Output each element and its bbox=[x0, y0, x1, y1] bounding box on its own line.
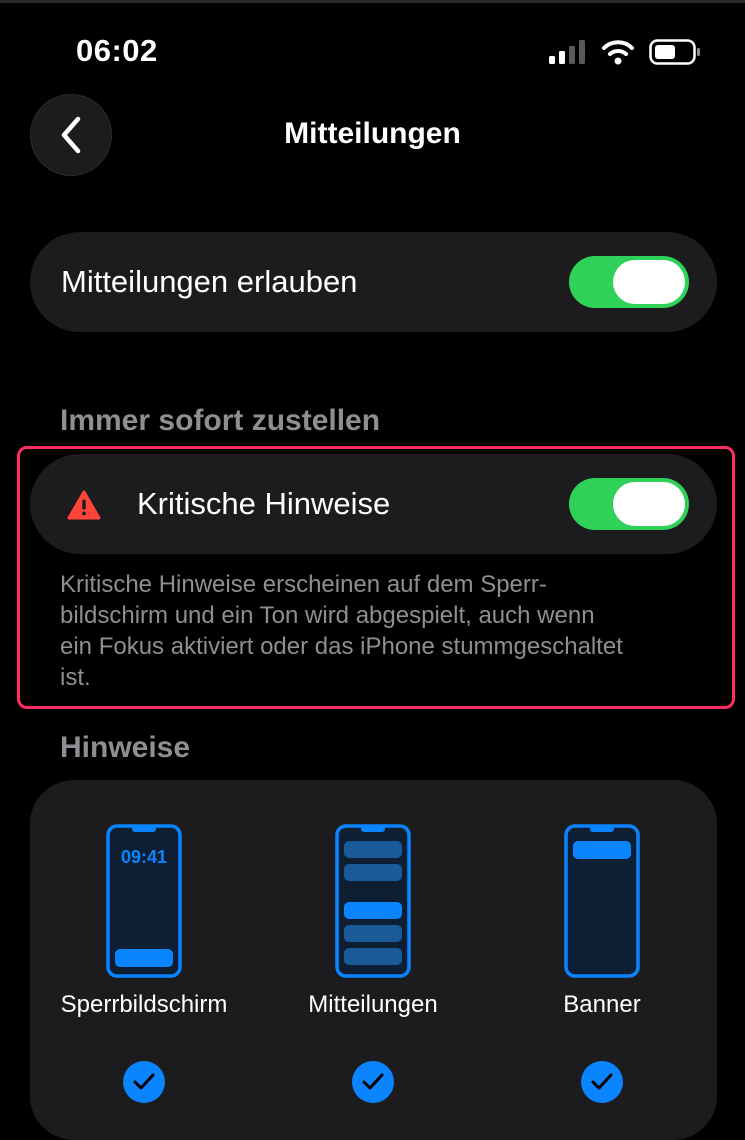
checkmark-icon bbox=[133, 1073, 155, 1090]
allow-notifications-label: Mitteilungen erlauben bbox=[61, 264, 358, 299]
checkmark-icon bbox=[362, 1073, 384, 1090]
critical-alerts-toggle[interactable] bbox=[569, 478, 689, 530]
alert-option-label: Mitteilungen bbox=[308, 991, 438, 1018]
checkmark-icon bbox=[591, 1073, 613, 1090]
footnote-line: bildschirm und ein Ton wird abgespielt, … bbox=[60, 602, 595, 629]
selected-checkmark[interactable] bbox=[581, 1061, 623, 1103]
allow-notifications-row: Mitteilungen erlauben bbox=[30, 232, 717, 332]
cellular-signal-icon bbox=[549, 40, 585, 64]
phone-notification-center-icon bbox=[335, 824, 411, 978]
allow-notifications-toggle[interactable] bbox=[569, 256, 689, 308]
alerts-card: 09:41 Sperrbildschirm Mitteilungen Banne… bbox=[30, 780, 717, 1140]
section-header-alerts: Hinweise bbox=[60, 731, 191, 764]
preview-time: 09:41 bbox=[121, 847, 167, 867]
alert-option-banner[interactable]: Banner bbox=[492, 824, 712, 1103]
footnote-line: ist. bbox=[60, 664, 91, 691]
selected-checkmark[interactable] bbox=[352, 1061, 394, 1103]
alert-option-label: Banner bbox=[563, 991, 641, 1018]
critical-alerts-label: Kritische Hinweise bbox=[137, 486, 391, 521]
alert-option-label: Sperrbildschirm bbox=[60, 991, 228, 1018]
status-icons bbox=[549, 36, 701, 68]
phone-banner-icon bbox=[564, 824, 640, 978]
phone-lock-screen-icon: 09:41 bbox=[106, 824, 182, 978]
status-time: 06:02 bbox=[76, 33, 158, 68]
top-edge bbox=[0, 0, 745, 3]
wifi-icon bbox=[602, 40, 634, 65]
footnote-line: ein Fokus aktiviert oder das iPhone stum… bbox=[60, 633, 623, 660]
critical-alerts-footnote: Kritische Hinweise erscheinen auf dem Sp… bbox=[60, 569, 700, 693]
toggle-knob bbox=[613, 260, 685, 304]
alert-option-notification-center[interactable]: Mitteilungen bbox=[263, 824, 483, 1103]
page-title: Mitteilungen bbox=[284, 117, 461, 150]
selected-checkmark[interactable] bbox=[123, 1061, 165, 1103]
section-header-immediate: Immer sofort zustellen bbox=[60, 404, 381, 437]
footnote-line: Kritische Hinweise erscheinen auf dem Sp… bbox=[60, 571, 547, 598]
critical-alerts-row: Kritische Hinweise bbox=[30, 454, 717, 554]
battery-icon bbox=[649, 39, 700, 65]
alert-option-lock-screen[interactable]: 09:41 Sperrbildschirm bbox=[34, 824, 254, 1103]
toggle-knob bbox=[613, 482, 685, 526]
warning-triangle-icon bbox=[67, 490, 101, 520]
